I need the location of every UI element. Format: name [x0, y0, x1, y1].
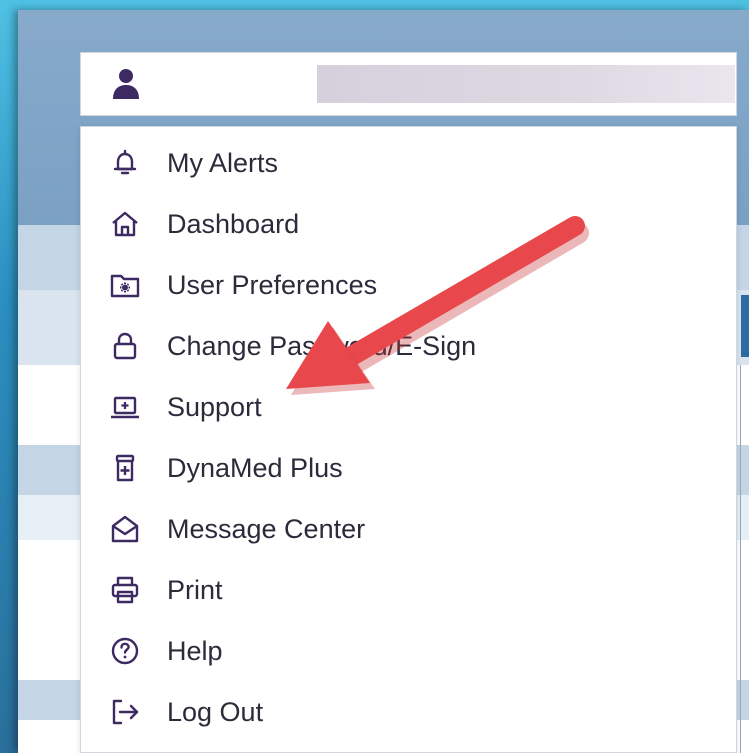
menu-item-user-preferences[interactable]: User Preferences — [81, 257, 736, 313]
envelope-open-icon — [111, 515, 139, 543]
user-menu-toggle[interactable] — [80, 52, 737, 116]
menu-item-label: DynaMed Plus — [167, 453, 343, 483]
app-window: My Alerts Dashboard User Preferences Cha… — [18, 10, 749, 753]
menu-item-label: Log Out — [167, 697, 264, 727]
username-redacted — [317, 65, 735, 103]
menu-item-print[interactable]: Print — [81, 562, 736, 618]
menu-item-label: Change Password/E-Sign — [167, 331, 477, 361]
menu-item-change-password[interactable]: Change Password/E-Sign — [81, 318, 736, 374]
medical-jar-icon — [115, 454, 135, 482]
menu-item-log-out[interactable]: Log Out — [81, 684, 736, 740]
menu-item-my-alerts[interactable]: My Alerts — [81, 135, 736, 191]
menu-item-label: My Alerts — [167, 148, 279, 178]
menu-item-message-center[interactable]: Message Center — [81, 501, 736, 557]
printer-icon — [111, 576, 139, 604]
menu-item-dynamed-plus[interactable]: DynaMed Plus — [81, 440, 736, 496]
menu-item-label: Print — [167, 575, 223, 605]
menu-item-help[interactable]: Help — [81, 623, 736, 679]
folder-gear-icon — [110, 274, 140, 298]
menu-item-dashboard[interactable]: Dashboard — [81, 196, 736, 252]
user-icon — [113, 69, 139, 99]
menu-item-label: Help — [167, 636, 223, 666]
menu-item-label: User Preferences — [167, 270, 378, 300]
home-icon — [112, 211, 138, 237]
background-tab-marker — [741, 295, 749, 357]
user-dropdown-menu: My Alerts Dashboard User Preferences Cha… — [80, 126, 737, 753]
help-circle-icon — [111, 637, 139, 665]
logout-icon — [112, 699, 139, 725]
menu-item-support[interactable]: Support — [81, 379, 736, 435]
bell-icon — [113, 149, 137, 175]
menu-item-label: Support — [167, 392, 262, 422]
laptop-icon — [111, 396, 139, 419]
lock-icon — [113, 332, 137, 360]
background-divider — [740, 365, 741, 753]
menu-item-label: Dashboard — [167, 209, 300, 239]
menu-item-label: Message Center — [167, 514, 366, 544]
